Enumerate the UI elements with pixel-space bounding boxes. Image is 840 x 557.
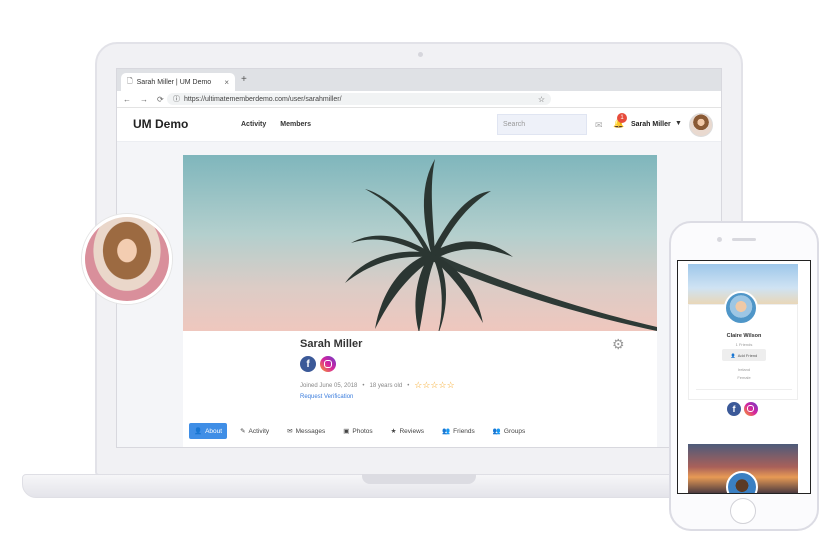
main-menu: Activity Members [241,121,311,128]
url-field[interactable]: ⓘ https://ultimatememberdemo.com/user/sa… [167,93,551,105]
back-icon[interactable]: ← [123,95,131,104]
tab-label: Photos [352,427,373,435]
tab-activity[interactable]: ✎ Activity [235,423,274,439]
users-icon: 👥 [442,428,451,435]
laptop-screen: 🗋 Sarah Miller | UM Demo × + ← → ⟳ ⓘ htt… [116,68,722,448]
tab-label: Messages [295,427,326,435]
site-header: UM Demo Activity Members Search ✉ 🔔 1 Sa… [117,108,721,142]
tab-messages[interactable]: ✉ Messages [282,423,330,439]
profile-tabs: 👤 About ✎ Activity ✉ Messages ▣ Photos ★… [189,423,530,439]
menu-item-activity[interactable]: Activity [241,121,266,128]
user-icon: 👤 [194,428,203,435]
star-icon: ★ [390,428,397,435]
social-links: f [300,356,336,372]
notification-badge: 1 [617,113,627,123]
chevron-down-icon[interactable]: ▼ [675,120,682,127]
tab-about[interactable]: 👤 About [189,423,228,439]
tab-label: About [205,427,223,435]
mobile-gender: Female [737,375,751,380]
tab-label: Groups [503,427,526,435]
profile-avatar[interactable] [82,214,172,304]
header-avatar[interactable] [689,113,713,137]
meta-separator: • [362,382,365,389]
tab-reviews[interactable]: ★ Reviews [386,423,429,439]
menu-item-members[interactable]: Members [280,121,311,128]
laptop-notch [362,474,476,484]
phone-camera [717,237,722,242]
reload-icon[interactable]: ⟳ [157,95,164,104]
header-user-name[interactable]: Sarah Miller [631,121,671,128]
cover-photo [183,155,657,337]
browser-tabbar: 🗋 Sarah Miller | UM Demo × + [117,69,721,91]
mobile-friends-count: 1 Friends [735,342,753,347]
mobile-social-links: f [727,402,758,416]
tab-groups[interactable]: 👥 Groups [488,423,530,439]
browser-tab-title: Sarah Miller | UM Demo [136,78,212,86]
request-verification-link[interactable]: Request Verification [300,394,353,400]
edit-icon: ✎ [240,428,246,435]
envelope-icon: ✉ [287,428,293,435]
tab-friends[interactable]: 👥 Friends [437,423,480,439]
tab-label: Friends [453,427,475,435]
mobile-country: Ireland [737,367,751,372]
mobile-avatar[interactable] [724,291,758,325]
rating-stars[interactable]: ☆☆☆☆☆ [414,380,454,391]
profile-name: Sarah Miller [300,338,363,350]
groups-icon: 👥 [492,428,501,435]
phone-speaker [732,238,756,241]
camera-icon: ▣ [343,428,350,435]
user-plus-icon: 👤 [730,352,736,358]
browser-tab[interactable]: 🗋 Sarah Miller | UM Demo × [121,73,235,91]
home-button[interactable] [730,498,756,524]
laptop-camera [418,52,423,57]
joined-date: Joined June 05, 2018 [300,382,358,389]
add-friend-button[interactable]: 👤 Add Friend [722,349,766,361]
instagram-icon[interactable] [744,402,758,416]
mobile-profile-name: Claire Wilson [726,333,762,339]
address-bar: ← → ⟳ ⓘ https://ultimatememberdemo.com/u… [117,91,721,108]
close-tab-icon[interactable]: × [224,78,229,87]
gear-icon[interactable]: ⚙ [612,336,625,353]
new-tab-button[interactable]: + [241,74,247,85]
facebook-icon[interactable]: f [727,402,741,416]
page-icon: 🗋 [127,77,133,85]
info-icon: ⓘ [173,96,180,103]
forward-icon[interactable]: → [140,95,148,104]
phone-screen: Claire Wilson 1 Friends 👤 Add Friend Ire… [677,260,811,494]
add-friend-label: Add Friend [737,352,758,358]
url-text: https://ultimatememberdemo.com/user/sara… [184,95,342,103]
envelope-icon[interactable]: ✉ [595,120,603,131]
meta-separator: • [407,382,410,389]
facebook-icon[interactable]: f [300,356,316,372]
bookmark-star-icon[interactable]: ☆ [538,95,545,104]
tab-label: Activity [248,427,270,435]
tab-photos[interactable]: ▣ Photos [338,423,377,439]
palm-tree-illustration [345,159,657,337]
profile-meta: Joined June 05, 2018 • 18 years old • ☆☆… [300,380,455,391]
instagram-icon[interactable] [320,356,336,372]
tab-label: Reviews [399,427,425,435]
search-input[interactable]: Search [497,114,587,135]
site-logo[interactable]: UM Demo [133,117,188,131]
divider [696,389,792,390]
age-text: 18 years old [369,382,403,389]
